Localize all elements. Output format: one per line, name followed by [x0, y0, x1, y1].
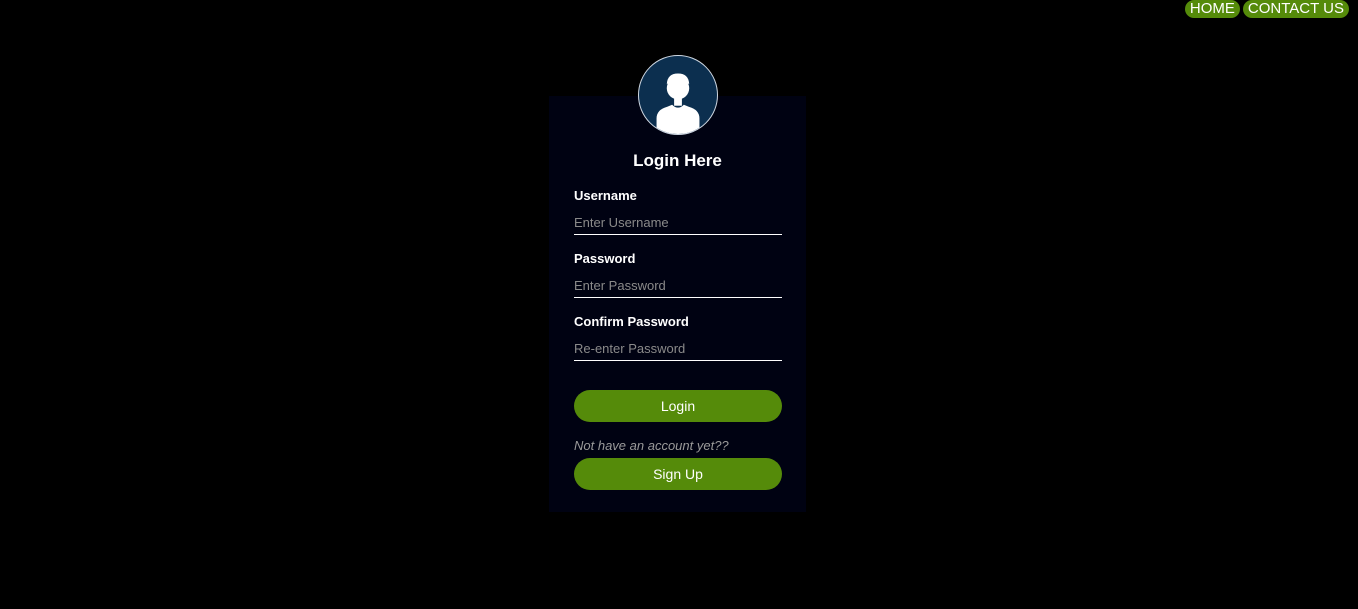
sign-up-button[interactable]: Sign Up [574, 458, 782, 490]
username-label: Username [574, 188, 637, 203]
login-button[interactable]: Login [574, 390, 782, 422]
password-input[interactable] [574, 274, 782, 298]
signup-hint-text: Not have an account yet?? [574, 438, 729, 453]
top-navigation: HOME CONTACT US [1184, 0, 1349, 18]
confirm-password-label: Confirm Password [574, 314, 689, 329]
user-silhouette-icon [638, 55, 718, 135]
contact-us-nav-button[interactable]: CONTACT US [1242, 0, 1349, 18]
login-title: Login Here [633, 151, 722, 170]
home-nav-button[interactable]: HOME [1184, 0, 1240, 18]
confirm-password-input[interactable] [574, 337, 782, 361]
password-label: Password [574, 251, 636, 266]
username-input[interactable] [574, 211, 782, 235]
